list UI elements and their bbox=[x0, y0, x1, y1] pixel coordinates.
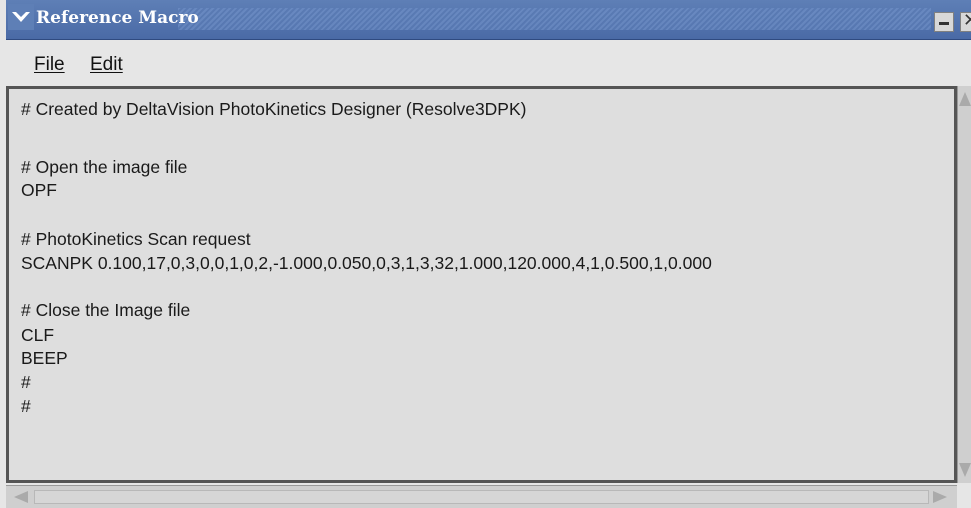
close-icon: ✕ bbox=[963, 10, 971, 30]
reference-macro-window: Reference Macro ✕ File Edit # Created by… bbox=[0, 0, 971, 508]
macro-text-area[interactable]: # Created by DeltaVision PhotoKinetics D… bbox=[6, 86, 957, 483]
minimize-button[interactable] bbox=[934, 12, 954, 32]
scroll-down-icon[interactable] bbox=[959, 463, 971, 477]
title-bar-stripes bbox=[178, 8, 931, 30]
macro-line: CLF bbox=[21, 325, 55, 345]
menu-bar: File Edit bbox=[6, 40, 971, 86]
macro-line: BEEP bbox=[21, 348, 68, 368]
macro-line: # Created by DeltaVision PhotoKinetics D… bbox=[21, 99, 527, 119]
horizontal-scrollbar[interactable] bbox=[6, 485, 957, 508]
macro-line: # bbox=[21, 396, 31, 416]
scroll-left-icon[interactable] bbox=[14, 491, 28, 503]
menu-edit[interactable]: Edit bbox=[90, 54, 123, 76]
vertical-scrollbar[interactable] bbox=[957, 86, 971, 483]
macro-line: # bbox=[21, 372, 31, 392]
macro-line: # Close the Image file bbox=[21, 300, 191, 320]
close-button[interactable]: ✕ bbox=[960, 10, 971, 32]
macro-line: # PhotoKinetics Scan request bbox=[21, 229, 251, 249]
macro-line: # Open the image file bbox=[21, 157, 188, 177]
chevron-down-icon[interactable] bbox=[8, 4, 34, 30]
title-bar[interactable]: Reference Macro ✕ bbox=[6, 0, 971, 40]
scrollbar-track[interactable] bbox=[34, 490, 929, 504]
macro-line: OPF bbox=[21, 180, 57, 200]
window-title: Reference Macro bbox=[36, 8, 199, 28]
scroll-right-icon[interactable] bbox=[933, 491, 947, 503]
menu-file[interactable]: File bbox=[34, 54, 65, 76]
macro-line: SCANPK 0.100,17,0,3,0,0,1,0,2,-1.000,0.0… bbox=[21, 253, 712, 273]
scroll-up-icon[interactable] bbox=[959, 92, 971, 106]
